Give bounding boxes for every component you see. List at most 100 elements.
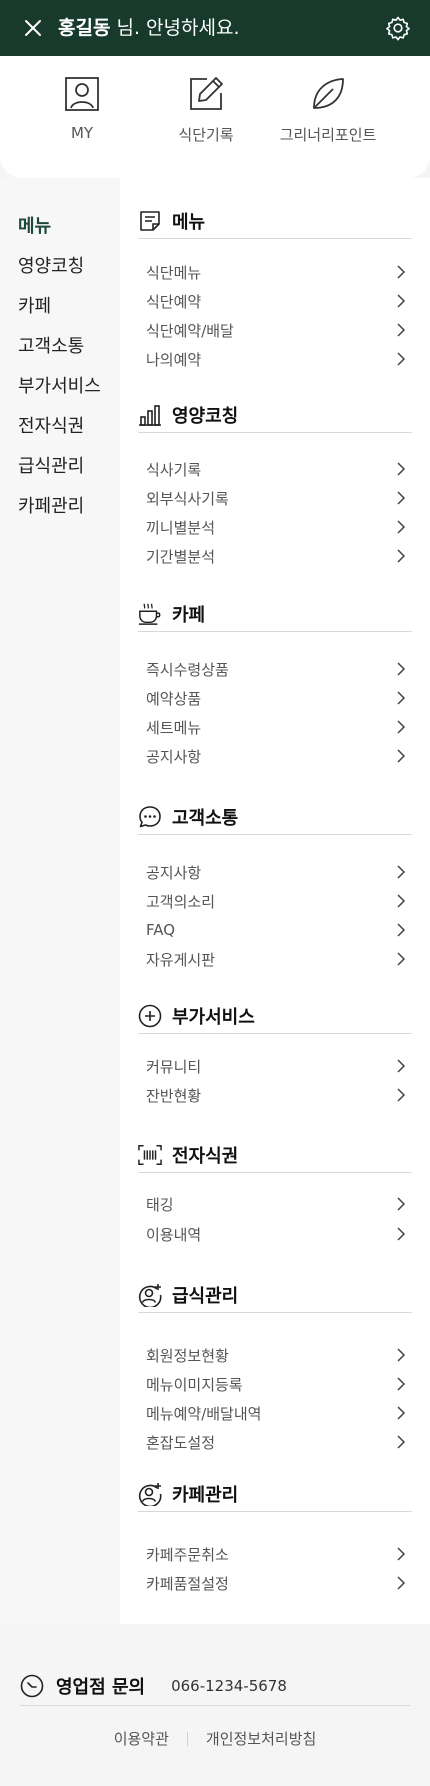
menu-item[interactable]: 식단예약/배달 [146,317,408,343]
chevron-right-icon [394,265,408,279]
chevron-right-icon [394,1348,408,1362]
menu-item-label: 끼니별분석 [146,518,216,537]
side-nav-item-cafe-admin[interactable]: 카페관리 [18,492,84,518]
side-nav-item-eticket[interactable]: 전자식권 [18,412,84,438]
plus-circle-icon [138,1004,162,1028]
quick-link-label: 식단기록 [178,126,234,144]
menu-item[interactable]: FAQ [146,917,408,943]
gear-icon[interactable] [384,14,412,42]
section-title: 고객소통 [172,807,239,829]
menu-item[interactable]: 공지사항 [146,743,408,769]
menu-item[interactable]: 공지사항 [146,859,408,885]
contact-phone[interactable]: 066-1234-5678 [171,1677,287,1695]
section-header-meal-admin: 급식관리 [138,1277,412,1313]
chevron-right-icon [394,323,408,337]
menu-item[interactable]: 혼잡도설정 [146,1429,408,1455]
section-title: 부가서비스 [172,1006,255,1028]
menu-item[interactable]: 잔반현황 [146,1082,408,1108]
top-bar: 홍길동 님. 안녕하세요. [0,0,430,56]
menu-item-label: 태깅 [146,1195,174,1214]
chevron-right-icon [394,952,408,966]
menu-item[interactable]: 메뉴이미지등록 [146,1371,408,1397]
quick-link-label: MY [70,124,94,142]
menu-item-label: 카페품절설정 [146,1574,229,1593]
greeting-suffix: 님. 안녕하세요. [110,17,240,39]
section-header-cafe-admin: 카페관리 [138,1476,412,1512]
menu-item[interactable]: 식단예약 [146,288,408,314]
section-title: 카페관리 [172,1484,239,1506]
section-header-extra: 부가서비스 [138,998,412,1034]
side-nav-item-customer[interactable]: 고객소통 [18,332,84,358]
menu-item-label: 예약상품 [146,689,202,708]
close-icon[interactable] [20,15,46,41]
chevron-right-icon [394,691,408,705]
menu-item-label: 고객의소리 [146,892,216,911]
menu-item-label: 식단메뉴 [146,263,202,282]
chevron-right-icon [394,520,408,534]
menu-item[interactable]: 회원정보현황 [146,1342,408,1368]
contact-title: 영업점 문의 [56,1676,146,1698]
menu-item[interactable]: 태깅 [146,1191,408,1217]
footer-links: 이용약관 개인정보처리방침 [0,1728,430,1749]
chevron-right-icon [394,749,408,763]
section-title: 영양코칭 [172,405,239,427]
menu-item[interactable]: 메뉴예약/배달내역 [146,1400,408,1426]
menu-item[interactable]: 고객의소리 [146,888,408,914]
menu-item-label: 공지사항 [146,863,202,882]
side-nav-item-menu[interactable]: 메뉴 [18,212,51,238]
menu-item-label: FAQ [146,921,176,939]
chevron-right-icon [394,662,408,676]
menu-item-label: 회원정보현황 [146,1346,229,1365]
menu-item[interactable]: 기간별분석 [146,543,408,569]
menu-item-label: 공지사항 [146,747,202,766]
side-nav-item-nutrition[interactable]: 영양코칭 [18,252,84,278]
link-divider [186,1731,188,1746]
chevron-right-icon [394,1197,408,1211]
menu-item[interactable]: 카페주문취소 [146,1541,408,1567]
chevron-right-icon [394,865,408,879]
side-nav-item-meal-admin[interactable]: 급식관리 [18,452,84,478]
menu-item-label: 즉시수령상품 [146,660,229,679]
chat-bubble-icon [138,805,162,829]
privacy-policy-link[interactable]: 개인정보처리방침 [206,1728,316,1749]
menu-item[interactable]: 즉시수령상품 [146,656,408,682]
menu-item[interactable]: 끼니별분석 [146,514,408,540]
leaf-icon [308,74,348,114]
menu-item[interactable]: 외부식사기록 [146,485,408,511]
chevron-right-icon [394,894,408,908]
menu-item[interactable]: 커뮤니티 [146,1053,408,1079]
chevron-right-icon [394,294,408,308]
quick-link-meal-record[interactable]: 식단기록 [136,74,276,145]
section-title: 급식관리 [172,1285,239,1307]
quick-link-label: 그리너리포인트 [279,126,377,144]
menu-item[interactable]: 예약상품 [146,685,408,711]
section-title: 메뉴 [172,211,206,233]
quick-link-my[interactable]: MY [12,74,152,142]
greeting: 홍길동 님. 안녕하세요. [58,0,240,56]
menu-item[interactable]: 나의예약 [146,346,408,372]
document-icon [138,209,162,233]
menu-item[interactable]: 자유게시판 [146,946,408,972]
user-add-icon [138,1482,162,1506]
branch-contact[interactable]: 영업점 문의 066-1234-5678 [20,1666,410,1706]
menu-item[interactable]: 카페품절설정 [146,1570,408,1596]
section-header-customer: 고객소통 [138,799,412,835]
chevron-right-icon [394,720,408,734]
quick-link-greenery-point[interactable]: 그리너리포인트 [258,74,398,145]
menu-item[interactable]: 식사기록 [146,456,408,482]
menu-item[interactable]: 식단메뉴 [146,259,408,285]
side-nav-item-extra[interactable]: 부가서비스 [18,372,101,398]
menu-item-label: 카페주문취소 [146,1545,229,1564]
section-header-nutrition: 영양코칭 [138,397,412,433]
side-nav-item-cafe[interactable]: 카페 [18,292,51,318]
terms-link[interactable]: 이용약관 [114,1728,169,1749]
chevron-right-icon [394,1227,408,1241]
menu-item-label: 메뉴이미지등록 [146,1375,243,1394]
chevron-right-icon [394,1406,408,1420]
menu-item[interactable]: 세트메뉴 [146,714,408,740]
section-title: 카페 [172,604,206,626]
user-icon [62,74,102,114]
chevron-right-icon [394,549,408,563]
menu-item-label: 이용내역 [146,1225,202,1244]
menu-item[interactable]: 이용내역 [146,1221,408,1247]
